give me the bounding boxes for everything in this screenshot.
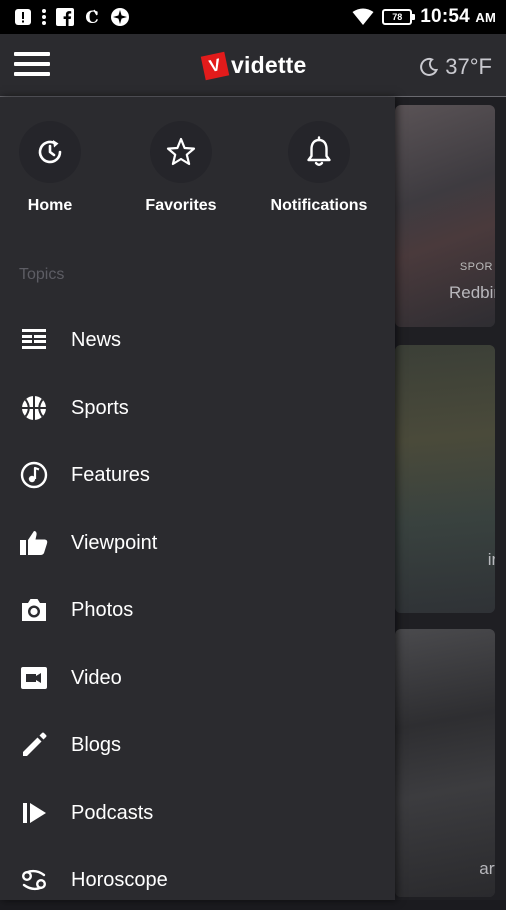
topic-item-sports[interactable]: Sports <box>0 378 395 438</box>
compass-icon <box>111 8 129 26</box>
topic-item-video[interactable]: Video <box>0 648 395 708</box>
quick-link-label: Home <box>27 197 73 214</box>
hamburger-menu-button[interactable] <box>14 52 50 80</box>
topic-label: Viewpoint <box>71 531 158 554</box>
app-bar: V vidette 37°F <box>0 34 506 97</box>
weather-widget[interactable]: 37°F <box>419 54 492 80</box>
music-note-icon <box>19 460 49 490</box>
feed-card-tag: SPOR <box>459 261 493 273</box>
topic-item-features[interactable]: Features <box>0 445 395 505</box>
clock-ampm: AM <box>475 10 496 25</box>
svg-text:C: C <box>85 8 99 26</box>
feed-card[interactable]: art now <box>395 629 495 897</box>
video-icon <box>19 663 49 693</box>
topic-item-blogs[interactable]: Blogs <box>0 715 395 775</box>
topic-label: Video <box>71 666 122 689</box>
feed-card-line: art now <box>479 859 495 878</box>
feed-card-line: ired at <box>487 550 495 569</box>
news-feed: SPOR Redbird wo wee ired at art now <box>395 97 506 900</box>
topic-item-horoscope[interactable]: Horoscope <box>0 850 395 910</box>
topic-label: Horoscope <box>71 868 168 891</box>
quick-link-notifications[interactable]: Notifications <box>264 121 374 215</box>
topic-item-photos[interactable]: Photos <box>0 580 395 640</box>
topic-label: Podcasts <box>71 801 154 824</box>
favorites-circle <box>150 121 212 183</box>
logo-mark: V <box>200 51 230 80</box>
alert-notification-icon <box>15 9 31 25</box>
topic-item-podcasts[interactable]: Podcasts <box>0 783 395 843</box>
topic-item-news[interactable]: News <box>0 310 395 370</box>
feed-card-line: Redbird wo <box>449 283 495 302</box>
thumbs-up-icon <box>19 528 49 558</box>
clock: 10:54 AM <box>420 6 496 28</box>
home-clock-icon <box>38 140 62 164</box>
wifi-icon <box>352 8 374 25</box>
newspaper-c-icon: C <box>85 8 99 26</box>
battery-icon: 78 <box>382 9 416 25</box>
moon-icon <box>420 57 439 76</box>
logo-text: vidette <box>231 52 307 78</box>
topic-label: Features <box>71 463 150 486</box>
feed-card[interactable]: SPOR Redbird wo wee <box>395 105 495 327</box>
facebook-icon <box>56 8 74 26</box>
topic-label: News <box>71 328 122 351</box>
temperature: 37°F <box>445 54 492 79</box>
app-logo[interactable]: V vidette <box>200 51 307 80</box>
more-dots-icon <box>42 9 46 25</box>
news-icon <box>19 325 49 355</box>
topic-label: Blogs <box>71 733 122 756</box>
navigation-drawer: Home Favorites Notifications Topics News… <box>0 97 395 900</box>
feed-card-line: wee <box>403 307 495 327</box>
camera-icon <box>19 595 49 625</box>
quick-link-home[interactable]: Home <box>0 121 105 215</box>
pencil-icon <box>19 730 49 760</box>
battery-level: 78 <box>392 12 403 22</box>
topic-label: Sports <box>71 396 129 419</box>
notifications-circle <box>288 121 350 183</box>
home-circle <box>19 121 81 183</box>
topics-heading: Topics <box>19 266 65 283</box>
feed-card[interactable]: ired at <box>395 345 495 613</box>
clock-time: 10:54 <box>420 6 470 27</box>
topic-item-viewpoint[interactable]: Viewpoint <box>0 513 395 573</box>
basketball-icon <box>19 393 49 423</box>
quick-link-label: Notifications <box>270 197 368 214</box>
podcast-play-icon <box>19 798 49 828</box>
cancer-zodiac-icon <box>19 865 49 895</box>
star-icon <box>166 137 196 166</box>
topic-label: Photos <box>71 598 134 621</box>
quick-link-label: Favorites <box>145 197 217 214</box>
bell-icon <box>307 136 331 166</box>
quick-link-favorites[interactable]: Favorites <box>126 121 236 215</box>
status-bar: C 78 10:54 AM <box>0 0 506 34</box>
